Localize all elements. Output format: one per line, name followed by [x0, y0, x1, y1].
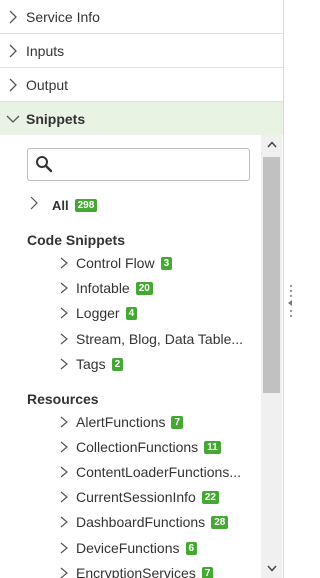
count-badge: 4	[125, 306, 138, 320]
resource-item-devicefunctions[interactable]: DeviceFunctions 6	[58, 537, 248, 559]
resource-item-contentloaderfunctions[interactable]: ContentLoaderFunctions...	[58, 461, 248, 483]
item-label: ContentLoaderFunctions...	[76, 464, 241, 480]
item-label: Logger	[76, 305, 120, 321]
section-inputs[interactable]: Inputs	[0, 34, 283, 68]
item-label: CurrentSessionInfo	[76, 489, 196, 505]
count-badge: 28	[211, 515, 229, 529]
chevron-right-icon	[30, 196, 38, 215]
scrollbar-thumb[interactable]	[263, 157, 280, 393]
chevron-right-icon	[58, 257, 70, 269]
section-label: Snippets	[26, 110, 86, 127]
count-badge: 7	[201, 566, 214, 578]
snippet-item-tags[interactable]: Tags 2	[58, 353, 248, 375]
chevron-down-icon	[6, 112, 20, 126]
section-label: Service Info	[26, 8, 100, 25]
snippet-item-infotable[interactable]: Infotable 20	[58, 277, 248, 299]
snippet-item-stream-blog-data-table[interactable]: Stream, Blog, Data Table...	[58, 328, 248, 350]
resource-item-alertfunctions[interactable]: AlertFunctions 7	[58, 411, 248, 433]
all-snippets-item[interactable]: All 298	[30, 194, 98, 216]
item-label: DashboardFunctions	[76, 514, 206, 530]
group-title-code-snippets: Code Snippets	[27, 232, 126, 248]
chevron-right-icon	[58, 542, 70, 554]
chevron-right-icon	[58, 466, 70, 478]
snippet-item-logger[interactable]: Logger 4	[58, 302, 248, 324]
section-output[interactable]: Output	[0, 68, 283, 102]
chevron-right-icon	[58, 567, 70, 578]
group-title-resources: Resources	[27, 391, 99, 407]
all-label: All	[52, 197, 69, 213]
item-label: Tags	[76, 356, 106, 372]
count-badge: 22	[201, 490, 219, 504]
section-service-info[interactable]: Service Info	[0, 0, 283, 34]
item-label: Control Flow	[76, 255, 155, 271]
snippets-panel: Service Info Inputs Output Snippets All	[0, 0, 284, 578]
snippet-item-control-flow[interactable]: Control Flow 3	[58, 252, 248, 274]
panel-resize-handle-icon[interactable]	[285, 282, 295, 322]
chevron-right-icon	[58, 491, 70, 503]
chevron-right-icon	[6, 78, 20, 92]
item-label: Infotable	[76, 280, 130, 296]
chevron-right-icon	[58, 282, 70, 294]
search-icon	[35, 155, 53, 173]
count-badge: 3	[160, 256, 173, 270]
snippets-content: All 298 Code Snippets Control Flow 3 Inf…	[0, 135, 283, 578]
chevron-right-icon	[58, 441, 70, 453]
section-snippets[interactable]: Snippets	[0, 102, 283, 135]
chevron-right-icon	[58, 307, 70, 319]
scroll-down-icon[interactable]	[261, 560, 282, 577]
chevron-right-icon	[58, 358, 70, 370]
resource-item-encryptionservices[interactable]: EncryptionServices 7	[58, 562, 248, 578]
item-label: AlertFunctions	[76, 414, 166, 430]
item-label: DeviceFunctions	[76, 540, 180, 556]
scroll-up-icon[interactable]	[261, 136, 282, 153]
chevron-right-icon	[58, 416, 70, 428]
chevron-right-icon	[58, 333, 70, 345]
chevron-right-icon	[6, 44, 20, 58]
item-label: EncryptionServices	[76, 565, 196, 578]
item-label: Stream, Blog, Data Table...	[76, 331, 244, 347]
count-badge: 298	[74, 198, 98, 212]
section-label: Output	[26, 76, 69, 93]
count-badge: 20	[135, 281, 153, 295]
count-badge: 11	[204, 440, 221, 454]
count-badge: 6	[185, 541, 198, 555]
item-label: CollectionFunctions	[76, 439, 199, 455]
resource-item-collectionfunctions[interactable]: CollectionFunctions 11	[58, 436, 248, 458]
resource-item-dashboardfunctions[interactable]: DashboardFunctions 28	[58, 511, 248, 533]
section-label: Inputs	[26, 42, 65, 59]
resource-item-currentsessioninfo[interactable]: CurrentSessionInfo 22	[58, 486, 248, 508]
chevron-right-icon	[6, 10, 20, 24]
vertical-scrollbar[interactable]	[261, 135, 282, 578]
chevron-right-icon	[58, 516, 70, 528]
count-badge: 7	[171, 415, 184, 429]
count-badge: 2	[111, 357, 124, 371]
search-input[interactable]	[27, 148, 250, 181]
